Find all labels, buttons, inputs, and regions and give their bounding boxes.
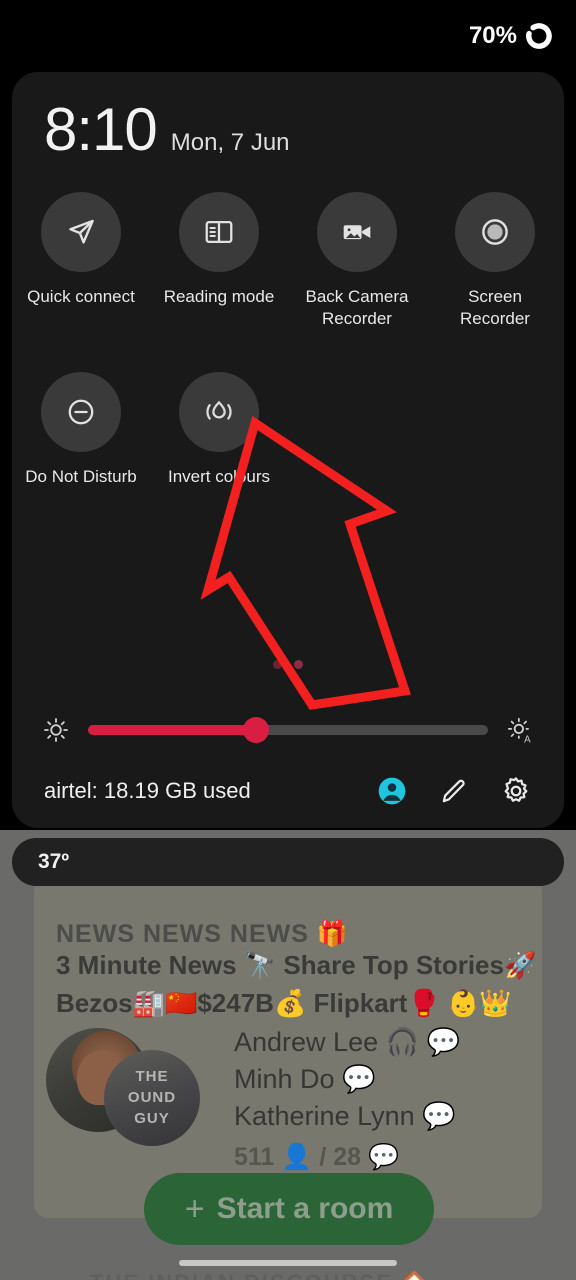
footer-icon-group — [376, 775, 532, 807]
tile-circle — [41, 192, 121, 272]
tile-label: Quick connect — [27, 287, 135, 306]
brightness-slider-fill — [88, 725, 256, 735]
tile-label: Back Camera Recorder — [305, 287, 409, 328]
tile-circle — [317, 192, 397, 272]
headline-line-2: Bezos🏭🇨🇳$247B💰 Flipkart🥊 👶👑 — [56, 988, 512, 1018]
quick-connect-icon — [69, 219, 94, 244]
tile-label: Invert colours — [167, 467, 271, 486]
status-bar: 70% — [0, 0, 576, 72]
tile-back-camera-recorder[interactable]: Back Camera Recorder — [288, 188, 426, 330]
news-kicker-text: NEWS NEWS NEWS — [56, 920, 309, 948]
tile-reading-mode[interactable]: Reading mode — [150, 188, 288, 330]
brightness-slider-knob[interactable] — [243, 717, 269, 743]
svg-text:A: A — [524, 734, 531, 744]
plus-icon: + — [184, 1189, 205, 1228]
tile-row-2: Do Not Disturb Invert colours — [12, 368, 564, 488]
speaker-name: Andrew Lee 🎧 💬 — [234, 1027, 461, 1057]
quick-settings-panel: 8:10 Mon, 7 Jun Quick connect Reading mo… — [12, 72, 564, 828]
quick-settings-footer: airtel: 18.19 GB used — [12, 754, 564, 828]
page-dot[interactable] — [273, 660, 282, 669]
tile-empty — [288, 368, 426, 488]
quick-settings-tiles: Quick connect Reading mode Back Camera R… — [12, 188, 564, 488]
page-indicator — [12, 660, 564, 669]
brightness-auto-icon[interactable]: A — [506, 716, 534, 744]
start-a-room-label: Start a room — [216, 1192, 394, 1225]
clock[interactable]: 8:10 Mon, 7 Jun — [44, 100, 290, 160]
tile-label: Reading mode — [163, 287, 275, 306]
tile-empty — [426, 368, 564, 488]
settings-gear-icon[interactable] — [500, 775, 532, 807]
minus-circle-icon — [68, 399, 94, 425]
weather-notification[interactable]: 37º — [12, 838, 564, 886]
tile-circle — [41, 372, 121, 452]
tile-row-1: Quick connect Reading mode Back Camera R… — [12, 188, 564, 330]
news-card[interactable]: NEWS NEWS NEWS 🎁 3 Minute News 🔭 Share T… — [34, 878, 542, 1280]
tile-screen-recorder[interactable]: Screen Recorder — [426, 188, 564, 330]
gift-icon: 🎁 — [316, 920, 349, 948]
background-app: NEWS NEWS NEWS 🎁 3 Minute News 🔭 Share T… — [0, 830, 576, 1280]
tile-do-not-disturb[interactable]: Do Not Disturb — [12, 368, 150, 488]
phone-screen: NEWS NEWS NEWS 🎁 3 Minute News 🔭 Share T… — [0, 0, 576, 1280]
record-circle-icon — [482, 219, 508, 245]
tile-circle — [455, 192, 535, 272]
tile-invert-colours[interactable]: Invert colours — [150, 368, 288, 488]
book-icon — [205, 220, 233, 244]
weather-temperature: 37º — [38, 850, 70, 873]
tile-circle — [179, 192, 259, 272]
footer-brand: THE INDIAN DISCOURSE 🏠 — [90, 1270, 430, 1280]
news-kicker: NEWS NEWS NEWS 🎁 — [56, 920, 349, 949]
avatar-badge-text: THE OUND GUY — [127, 1068, 177, 1127]
avatar-secondary: THE OUND GUY — [104, 1050, 200, 1146]
tile-label: Do Not Disturb — [25, 467, 137, 486]
brightness-control: A — [12, 700, 564, 760]
speaker-name: Katherine Lynn 💬 — [234, 1101, 456, 1131]
speaker-name: Minh Do 💬 — [234, 1064, 376, 1094]
battery-percent-label: 70% — [468, 22, 517, 49]
room-counts: 511 👤 / 28 💬 — [234, 1143, 400, 1171]
user-account-icon[interactable] — [376, 775, 408, 807]
clock-time: 8:10 — [44, 96, 158, 163]
start-a-room-button[interactable]: + Start a room — [144, 1173, 434, 1245]
video-camera-icon — [343, 225, 371, 240]
tile-label: Screen Recorder — [460, 287, 530, 328]
tile-circle — [179, 372, 259, 452]
speaker-avatars: THE OUND GUY — [42, 1028, 200, 1146]
brightness-low-icon — [44, 718, 68, 742]
home-icon: 🏠 — [401, 1270, 430, 1280]
battery-ring-icon — [526, 23, 552, 49]
footer-brand-text: THE INDIAN DISCOURSE — [90, 1270, 393, 1280]
clock-date: Mon, 7 Jun — [170, 129, 290, 156]
tile-quick-connect[interactable]: Quick connect — [12, 188, 150, 330]
page-dot-active[interactable] — [294, 660, 303, 669]
edit-pencil-icon[interactable] — [438, 775, 470, 807]
brightness-slider[interactable] — [88, 717, 488, 743]
data-usage-label: airtel: 18.19 GB used — [44, 778, 251, 803]
headline-line-1: 3 Minute News 🔭 Share Top Stories🚀 — [56, 950, 537, 980]
gesture-home-indicator[interactable] — [179, 1260, 397, 1266]
invert-colours-icon — [206, 400, 232, 420]
